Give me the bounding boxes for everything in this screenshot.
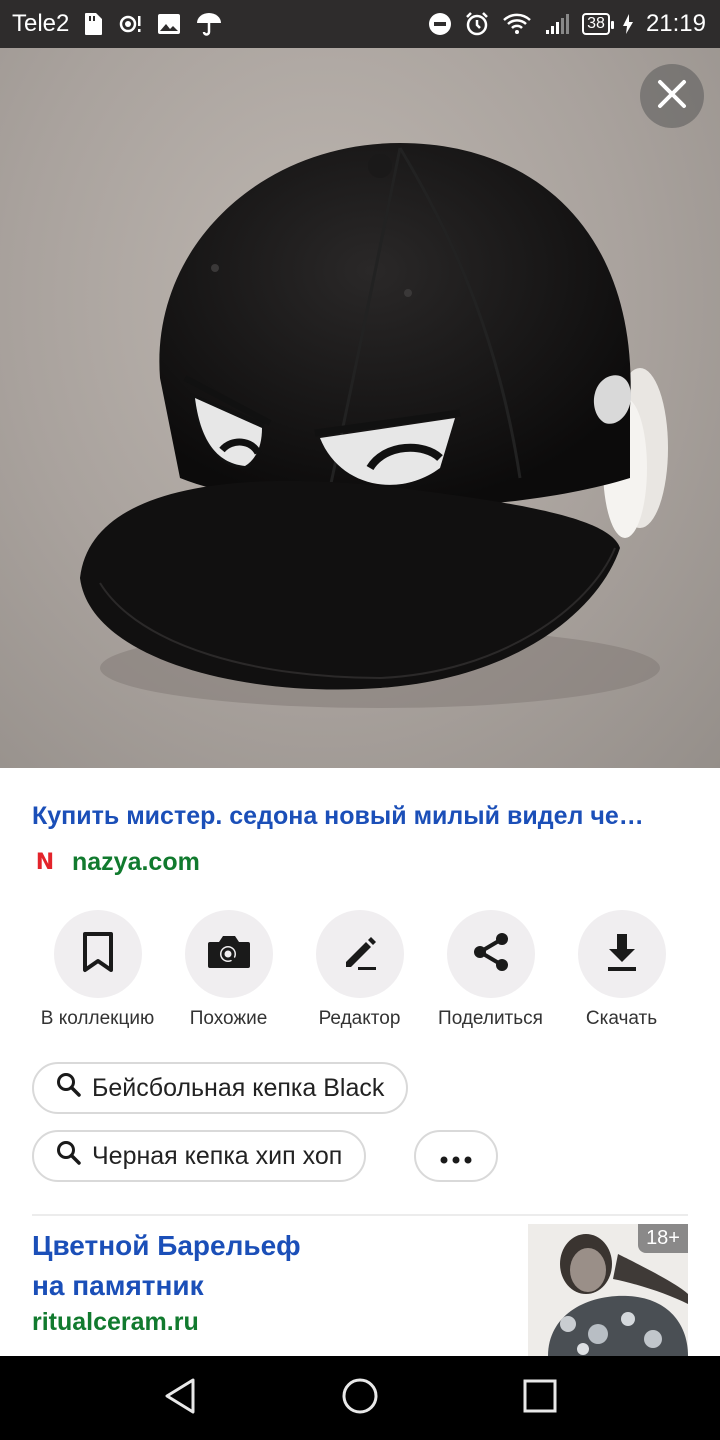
suggestion-chip[interactable]: Черная кепка хип хоп (32, 1130, 367, 1182)
ad-image[interactable]: 18+ (528, 1224, 688, 1356)
close-icon (657, 79, 687, 114)
action-circle[interactable] (577, 910, 666, 998)
carrier-name: Tele2 (12, 10, 70, 37)
editor-button[interactable]: Редактор (294, 908, 425, 1030)
image-viewer[interactable] (0, 48, 720, 768)
download-button[interactable]: Скачать (556, 908, 687, 1030)
home-button[interactable] (338, 1376, 382, 1420)
recents-button[interactable] (518, 1376, 562, 1420)
suggestion-label: Бейсбольная кепка Black (92, 1073, 385, 1102)
hotspot-icon (117, 12, 143, 36)
download-icon (605, 931, 639, 978)
share-button[interactable]: Поделиться (425, 908, 556, 1030)
alarm-icon (464, 11, 490, 37)
action-bar: В коллекцию Похожие Редактор Поделиться (32, 908, 688, 1038)
status-bar-left: Tele2 (12, 0, 223, 48)
suggestion-chip[interactable]: Бейсбольная кепка Black (32, 1062, 409, 1114)
bookmark-icon (81, 931, 115, 978)
suggestion-label: Черная кепка хип хоп (92, 1141, 343, 1170)
more-icon (440, 1142, 472, 1171)
signal-icon (544, 12, 570, 36)
source-logo-icon: N (35, 849, 55, 875)
close-button[interactable] (640, 64, 704, 128)
age-badge: 18+ (638, 1224, 688, 1253)
battery-level: 38 (587, 15, 605, 32)
action-circle[interactable] (184, 910, 273, 998)
charging-icon (622, 13, 634, 35)
divider (32, 1214, 688, 1216)
pencil-icon (340, 932, 380, 977)
action-circle[interactable] (53, 910, 142, 998)
similar-button[interactable]: Похожие (163, 908, 294, 1030)
clock: 21:19 (645, 10, 706, 37)
search-icon (56, 1140, 82, 1173)
ad-domain[interactable]: ritualceram.ru (32, 1308, 199, 1337)
status-bar-right: 38 21:19 (428, 0, 706, 48)
source-row[interactable]: N nazya.com (32, 846, 200, 878)
add-to-collection-button[interactable]: В коллекцию (32, 908, 163, 1030)
ad-title-line2: на памятник (32, 1270, 204, 1301)
do-not-disturb-icon (428, 12, 452, 36)
status-bar: Tele2 38 21:19 (0, 0, 720, 48)
action-label: Похожие (189, 1008, 268, 1029)
action-circle[interactable] (446, 910, 535, 998)
share-icon (471, 931, 511, 978)
camera-search-icon (206, 933, 252, 976)
home-icon (340, 1376, 380, 1421)
ad-title-line1: Цветной Барельеф (32, 1230, 301, 1261)
gallery-icon (157, 13, 181, 35)
action-label: Скачать (585, 1008, 658, 1029)
back-icon (162, 1377, 198, 1420)
wifi-icon (502, 12, 532, 36)
black-snapback-cap-with-eyes-photo (80, 143, 668, 708)
sim-card-icon (83, 12, 103, 36)
search-icon (56, 1072, 82, 1105)
umbrella-icon (195, 11, 223, 37)
action-label: Поделиться (438, 1008, 543, 1029)
source-domain[interactable]: nazya.com (72, 848, 200, 877)
more-suggestions-button[interactable] (414, 1130, 498, 1182)
back-button[interactable] (158, 1376, 202, 1420)
recents-icon (522, 1378, 558, 1419)
action-circle[interactable] (315, 910, 404, 998)
battery-icon: 38 (582, 13, 614, 35)
action-label: В коллекцию (40, 1008, 155, 1029)
ad-title-link[interactable]: Цветной Барельеф на памятник (32, 1226, 492, 1306)
result-title-link[interactable]: Купить мистер. седона новый милый видел … (32, 802, 692, 831)
action-label: Редактор (318, 1008, 401, 1029)
navigation-bar (0, 1356, 720, 1440)
